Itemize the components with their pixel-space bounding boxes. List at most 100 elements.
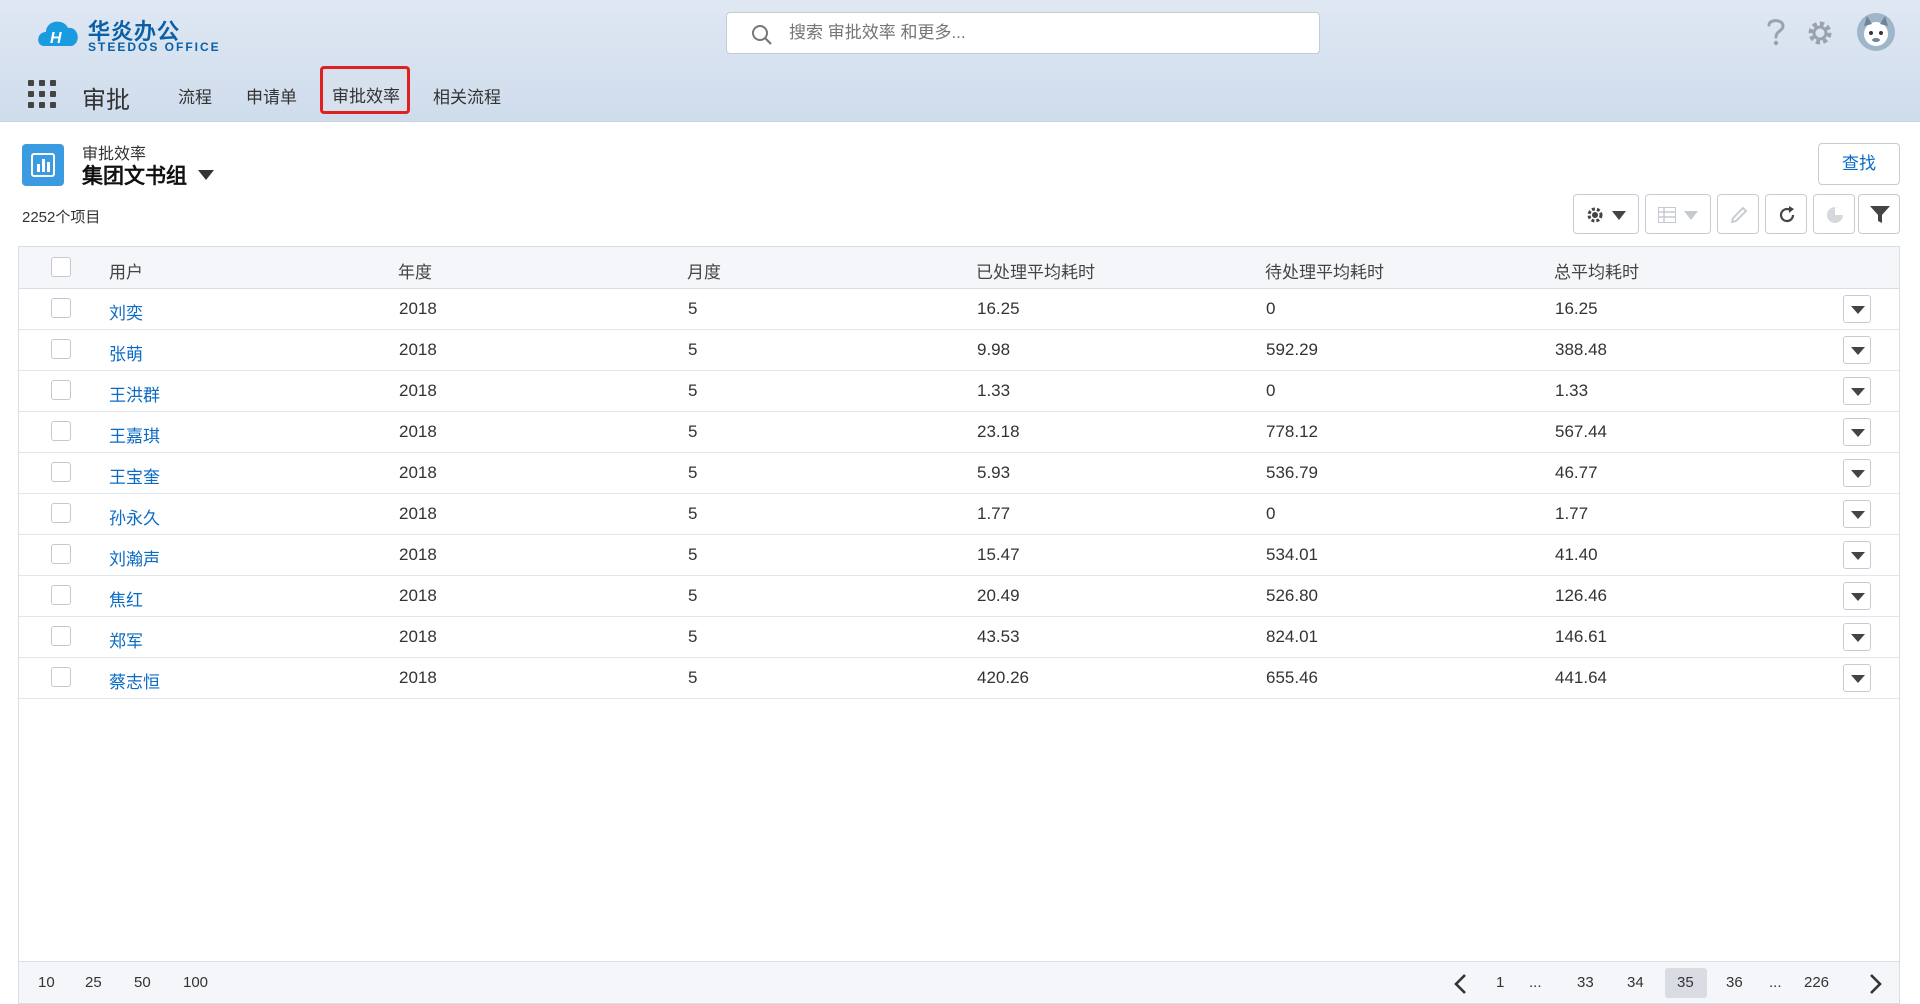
chevron-down-icon (1851, 634, 1865, 642)
pagination-bar: 10 25 50 100 1 ... 33 34 35 36 ... 226 (18, 962, 1900, 1004)
month-cell: 5 (688, 381, 698, 400)
row-checkbox[interactable] (51, 380, 71, 400)
column-header-year[interactable]: 年度 (398, 258, 432, 283)
chart-button[interactable] (1813, 194, 1855, 234)
inline-edit-button[interactable] (1717, 194, 1759, 234)
page-size-option[interactable]: 100 (183, 974, 208, 991)
settings-icon[interactable] (1806, 19, 1834, 47)
row-checkbox[interactable] (51, 626, 71, 646)
gear-icon (1587, 207, 1603, 223)
chevron-down-icon (1851, 306, 1865, 314)
chevron-down-icon (1851, 347, 1865, 355)
refresh-button[interactable] (1765, 194, 1807, 234)
total-avg-cell: 1.33 (1555, 381, 1589, 400)
pie-chart-icon (1827, 207, 1843, 223)
row-checkbox[interactable] (51, 585, 71, 605)
month-cell: 5 (688, 340, 698, 359)
chevron-down-icon[interactable] (198, 170, 214, 180)
user-link[interactable]: 孙永久 (109, 504, 160, 529)
column-header-processed-avg[interactable]: 已处理平均耗时 (976, 258, 1095, 283)
page-link[interactable]: 34 (1627, 974, 1644, 991)
tab-flows[interactable]: 流程 (178, 83, 212, 108)
global-search[interactable] (726, 12, 1320, 54)
row-checkbox[interactable] (51, 667, 71, 687)
pending-avg-cell: 778.12 (1266, 422, 1318, 441)
page-link[interactable]: 1 (1496, 974, 1504, 991)
year-cell: 2018 (399, 627, 437, 646)
row-actions-button[interactable] (1843, 623, 1871, 651)
page-size-option[interactable]: 10 (38, 974, 55, 991)
month-cell: 5 (688, 299, 698, 318)
user-link[interactable]: 蔡志恒 (109, 668, 160, 693)
row-actions-button[interactable] (1843, 541, 1871, 569)
list-settings-button[interactable] (1573, 194, 1639, 234)
logo[interactable]: H 华炎办公 STEEDOS OFFICE (34, 12, 224, 58)
month-cell: 5 (688, 545, 698, 564)
svg-text:H: H (50, 30, 62, 47)
row-actions-button[interactable] (1843, 459, 1871, 487)
user-link[interactable]: 郑军 (109, 627, 143, 652)
year-cell: 2018 (399, 668, 437, 687)
tab-approval-efficiency[interactable]: 审批效率 (320, 66, 410, 114)
filter-button[interactable] (1858, 194, 1900, 234)
total-avg-cell: 46.77 (1555, 463, 1598, 482)
row-actions-button[interactable] (1843, 295, 1871, 323)
app-launcher-icon[interactable] (28, 80, 58, 110)
column-header-pending-avg[interactable]: 待处理平均耗时 (1265, 258, 1384, 283)
page-link[interactable]: 226 (1804, 974, 1829, 991)
row-checkbox[interactable] (51, 462, 71, 482)
row-actions-button[interactable] (1843, 664, 1871, 692)
year-cell: 2018 (399, 463, 437, 482)
logo-subtext: STEEDOS OFFICE (88, 40, 221, 54)
pencil-icon (1730, 206, 1748, 224)
user-link[interactable]: 王嘉琪 (109, 422, 160, 447)
user-link[interactable]: 焦红 (109, 586, 143, 611)
help-icon[interactable] (1764, 16, 1788, 48)
avatar[interactable] (1856, 12, 1896, 52)
user-link[interactable]: 张萌 (109, 340, 143, 365)
row-checkbox[interactable] (51, 339, 71, 359)
total-avg-cell: 16.25 (1555, 299, 1598, 318)
row-actions-button[interactable] (1843, 500, 1871, 528)
user-link[interactable]: 刘奕 (109, 299, 143, 324)
tab-applications[interactable]: 申请单 (246, 83, 297, 108)
chevron-down-icon (1851, 675, 1865, 683)
chevron-right-icon[interactable] (1869, 973, 1883, 995)
column-header-total-avg[interactable]: 总平均耗时 (1554, 258, 1639, 283)
row-checkbox[interactable] (51, 421, 71, 441)
month-cell: 5 (688, 668, 698, 687)
row-actions-button[interactable] (1843, 377, 1871, 405)
display-as-button[interactable] (1645, 194, 1711, 234)
search-input[interactable] (789, 21, 1289, 45)
column-header-user[interactable]: 用户 (109, 258, 143, 283)
user-link[interactable]: 王宝奎 (109, 463, 160, 488)
report-icon (22, 144, 64, 186)
row-checkbox[interactable] (51, 503, 71, 523)
column-header-month[interactable]: 月度 (687, 258, 721, 283)
row-checkbox[interactable] (51, 298, 71, 318)
total-avg-cell: 567.44 (1555, 422, 1607, 441)
table-row: 刘瀚声 2018 5 15.47 534.01 41.40 (19, 535, 1899, 576)
row-actions-button[interactable] (1843, 336, 1871, 364)
page-size-option[interactable]: 50 (134, 974, 151, 991)
row-actions-button[interactable] (1843, 582, 1871, 610)
page-link[interactable]: 33 (1577, 974, 1594, 991)
find-button[interactable]: 查找 (1818, 143, 1900, 185)
chevron-left-icon[interactable] (1453, 973, 1467, 995)
search-icon (752, 25, 772, 45)
page-ellipsis: ... (1769, 974, 1782, 991)
filter-icon (1870, 206, 1890, 223)
pending-avg-cell: 592.29 (1266, 340, 1318, 359)
list-view-title[interactable]: 集团文书组 (82, 160, 187, 190)
page-size-option[interactable]: 25 (85, 974, 102, 991)
select-all-checkbox[interactable] (51, 257, 71, 277)
year-cell: 2018 (399, 340, 437, 359)
user-link[interactable]: 刘瀚声 (109, 545, 160, 570)
refresh-icon (1779, 206, 1795, 223)
year-cell: 2018 (399, 586, 437, 605)
row-actions-button[interactable] (1843, 418, 1871, 446)
row-checkbox[interactable] (51, 544, 71, 564)
page-link[interactable]: 36 (1726, 974, 1743, 991)
user-link[interactable]: 王洪群 (109, 381, 160, 406)
tab-related-flows[interactable]: 相关流程 (433, 83, 501, 108)
